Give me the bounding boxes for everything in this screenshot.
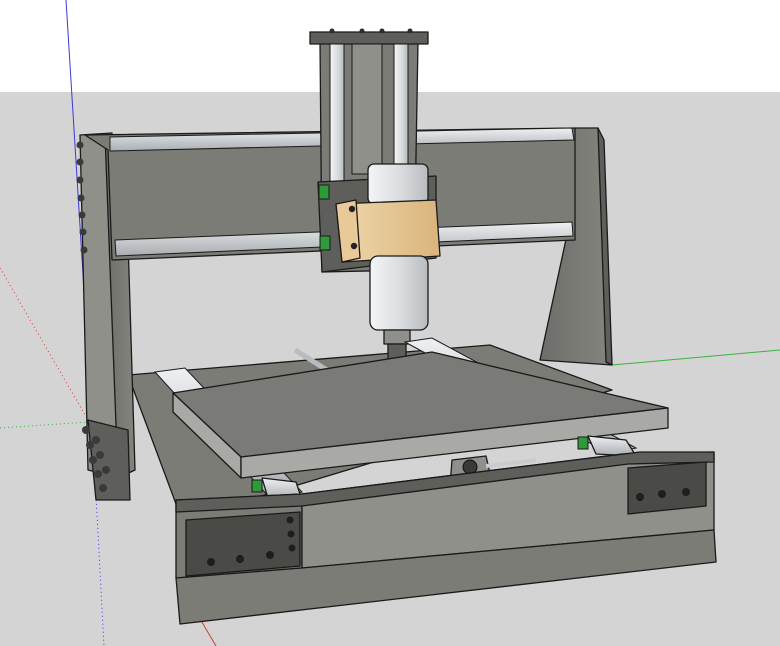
z-rail-right	[393, 43, 409, 185]
spindle-top	[367, 163, 429, 205]
left-box-opening	[185, 511, 301, 577]
z-carriage-green-top	[318, 184, 330, 200]
z-carriage-green-bottom	[319, 235, 331, 251]
carriage-right-green	[577, 436, 589, 450]
z-leadscrew	[351, 43, 383, 175]
z-rail-left	[329, 43, 345, 205]
cnc-router-model	[0, 0, 780, 646]
spindle-body	[369, 255, 429, 331]
carriage-left-green	[251, 479, 263, 493]
right-box-opening	[627, 461, 707, 515]
z-axis-top-cap	[309, 31, 429, 45]
sketchup-viewport[interactable]	[0, 0, 780, 646]
